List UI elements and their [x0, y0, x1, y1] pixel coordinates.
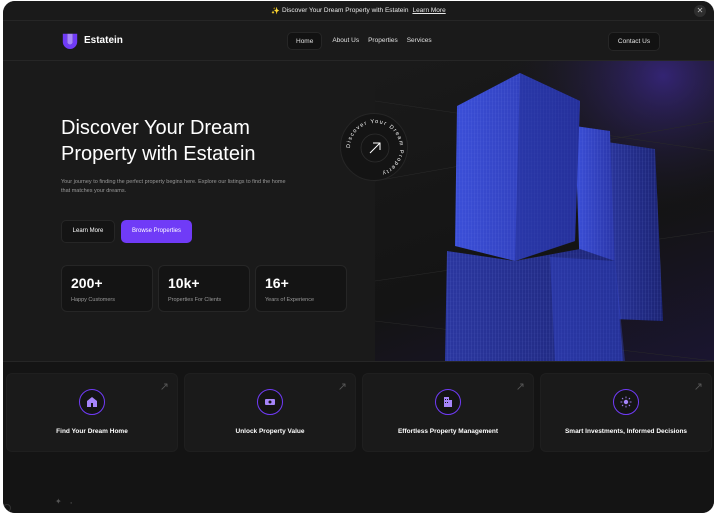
arrow-up-right-icon: ↗: [159, 381, 169, 393]
hero-image: [375, 61, 714, 361]
nav-about-us[interactable]: About Us: [326, 32, 365, 50]
nav-services[interactable]: Services: [401, 32, 438, 50]
hero-title-line-2: Property with Estatein: [61, 143, 256, 165]
stat-label: Years of Experience: [265, 297, 315, 303]
feature-card[interactable]: ↗ Effortless Property Management: [362, 373, 534, 452]
main-nav: Home About Us Properties Services: [287, 32, 438, 50]
feature-card[interactable]: ↗ Unlock Property Value: [184, 373, 356, 452]
hero-title-line-1: Discover Your Dream: [61, 117, 250, 139]
site-header: Estatein Home About Us Properties Servic…: [3, 21, 714, 61]
cash-icon: [257, 389, 283, 415]
announcement-learn-more-link[interactable]: Learn More: [412, 7, 445, 14]
circle-icon: [3, 504, 11, 512]
sun-icon: [613, 389, 639, 415]
features-section: ↗ Find Your Dream Home ↗ Unlock Property…: [3, 361, 714, 513]
logo[interactable]: Estatein: [61, 31, 123, 49]
stat-card: 10k+ Properties For Clients: [158, 265, 250, 312]
announcement-text: Discover Your Dream Property with Estate…: [282, 7, 409, 14]
learn-more-button[interactable]: Learn More: [61, 220, 115, 243]
sparkle-icon: ✦: [55, 497, 62, 506]
stat-label: Properties For Clients: [168, 297, 222, 303]
hero-description-line-2: that matches your dreams.: [61, 188, 127, 194]
contact-us-button[interactable]: Contact Us: [608, 32, 660, 51]
browse-properties-button[interactable]: Browse Properties: [121, 220, 192, 243]
dot-icon: ●: [70, 500, 73, 505]
arrow-up-right-icon: ↗: [515, 381, 525, 393]
arrow-up-right-icon: ↗: [693, 381, 703, 393]
browser-viewport: ✨ Discover Your Dream Property with Esta…: [3, 1, 714, 513]
close-icon[interactable]: ✕: [694, 5, 706, 17]
feature-title: Effortless Property Management: [397, 428, 499, 435]
building-icon: [435, 389, 461, 415]
nav-properties[interactable]: Properties: [365, 32, 401, 50]
feature-card[interactable]: ↗ Smart Investments, Informed Decisions: [540, 373, 712, 452]
feature-card[interactable]: ↗ Find Your Dream Home: [6, 373, 178, 452]
hero-description-line-1: Your journey to finding the perfect prop…: [61, 179, 286, 185]
stat-value: 200+: [71, 275, 103, 291]
announcement-bar: ✨ Discover Your Dream Property with Esta…: [3, 1, 714, 21]
hero-description: Your journey to finding the perfect prop…: [61, 178, 346, 196]
discover-badge[interactable]: Discover Your Dream Property: [340, 113, 408, 181]
building-image: [375, 61, 714, 361]
sparkle-icon: ✨: [271, 7, 280, 15]
badge-graphic: Discover Your Dream Property: [346, 119, 403, 176]
nav-home[interactable]: Home: [287, 32, 323, 50]
stat-label: Happy Customers: [71, 297, 116, 303]
logo-icon: [62, 33, 78, 49]
hero-title: Discover Your Dream Property with Estate…: [61, 115, 321, 167]
stat-card: 16+ Years of Experience: [255, 265, 347, 312]
feature-title: Find Your Dream Home: [56, 428, 128, 435]
hero-section: Discover Your Dream Property with Estate…: [3, 61, 375, 361]
stat-value: 10k+: [168, 275, 200, 291]
feature-title: Smart Investments, Informed Decisions: [564, 428, 688, 435]
home-icon: [79, 389, 105, 415]
stat-value: 16+: [265, 275, 289, 291]
brand-name: Estatein: [84, 34, 123, 46]
arrow-up-right-icon: ↗: [337, 381, 347, 393]
stat-card: 200+ Happy Customers: [61, 265, 153, 312]
feature-title: Unlock Property Value: [235, 428, 305, 435]
